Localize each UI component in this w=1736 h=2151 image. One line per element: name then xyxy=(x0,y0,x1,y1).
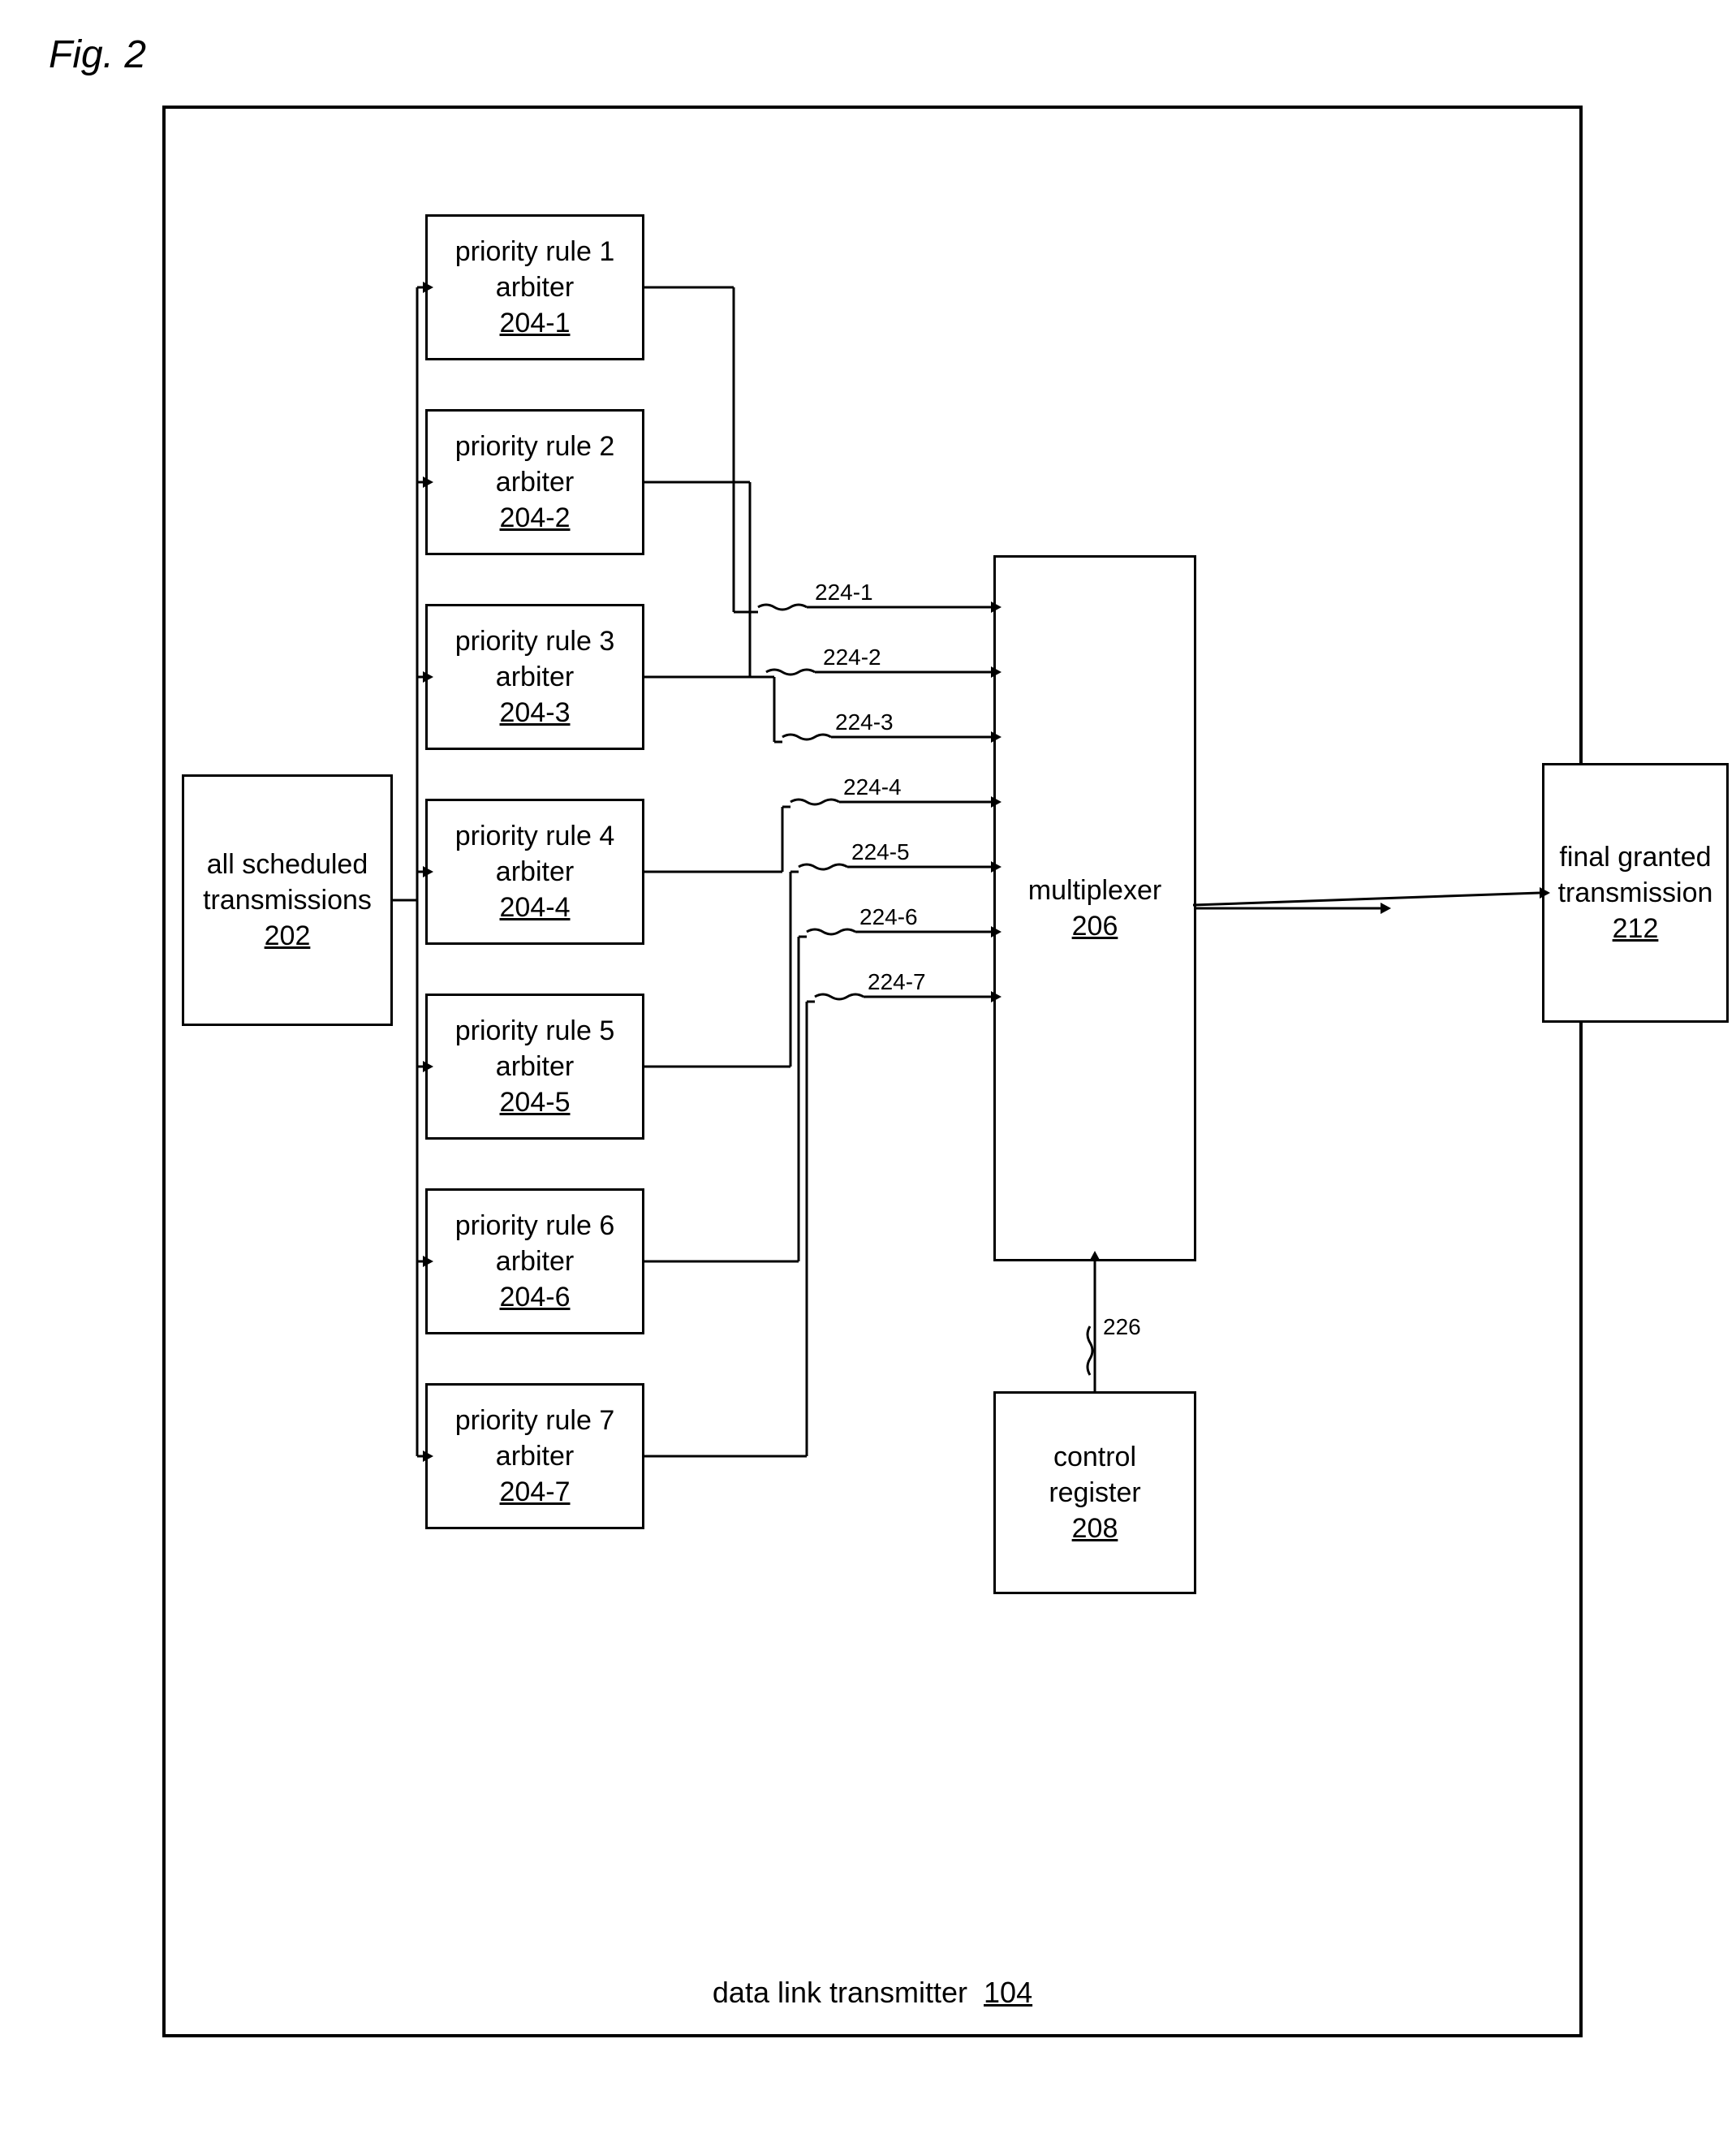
box-all-scheduled-ref: 202 xyxy=(265,918,311,954)
multiplexer-label: multiplexer xyxy=(1028,873,1161,908)
data-link-transmitter-label: data link transmitter 104 xyxy=(713,1976,1032,2010)
multiplexer-ref: 206 xyxy=(1072,908,1118,944)
main-diagram-border: all scheduledtransmissions 202 priority … xyxy=(162,106,1583,2037)
arbiter-4-ref: 204-4 xyxy=(500,890,571,925)
arbiter-7-label: priority rule 7arbiter xyxy=(455,1403,615,1474)
box-arbiter-3: priority rule 3arbiter 204-3 xyxy=(425,604,644,750)
arbiter-6-label: priority rule 6arbiter xyxy=(455,1208,615,1279)
arbiter-2-label: priority rule 2arbiter xyxy=(455,429,615,500)
box-final-granted: final grantedtransmission 212 xyxy=(1542,763,1729,1023)
svg-text:224-7: 224-7 xyxy=(868,969,926,994)
arbiter-3-label: priority rule 3arbiter xyxy=(455,623,615,695)
svg-text:224-4: 224-4 xyxy=(843,774,902,800)
svg-text:224-1: 224-1 xyxy=(815,580,873,605)
arbiter-5-ref: 204-5 xyxy=(500,1084,571,1120)
box-arbiter-1: priority rule 1arbiter 204-1 xyxy=(425,214,644,360)
figure-label: Fig. 2 xyxy=(49,32,146,77)
diagram-arrows: 224-1 224-2 224-3 224-4 224-5 xyxy=(166,109,1579,2034)
svg-text:224-6: 224-6 xyxy=(859,904,918,929)
dlt-ref: 104 xyxy=(984,1976,1032,2009)
final-granted-label: final grantedtransmission xyxy=(1558,839,1713,911)
arbiter-1-ref: 204-1 xyxy=(500,305,571,341)
control-register-ref: 208 xyxy=(1072,1511,1118,1546)
arbiter-6-ref: 204-6 xyxy=(500,1279,571,1315)
control-register-label: controlregister xyxy=(1049,1439,1140,1511)
arbiter-2-ref: 204-2 xyxy=(500,500,571,536)
final-granted-ref: 212 xyxy=(1613,911,1659,946)
svg-text:226: 226 xyxy=(1103,1314,1141,1339)
arbiter-1-label: priority rule 1arbiter xyxy=(455,234,615,305)
box-arbiter-4: priority rule 4arbiter 204-4 xyxy=(425,799,644,945)
arbiter-4-label: priority rule 4arbiter xyxy=(455,818,615,890)
arbiter-3-ref: 204-3 xyxy=(500,695,571,731)
box-control-register: controlregister 208 xyxy=(993,1391,1196,1594)
box-arbiter-7: priority rule 7arbiter 204-7 xyxy=(425,1383,644,1529)
box-arbiter-6: priority rule 6arbiter 204-6 xyxy=(425,1188,644,1334)
box-all-scheduled-text: all scheduledtransmissions xyxy=(203,847,372,918)
arbiter-5-label: priority rule 5arbiter xyxy=(455,1013,615,1084)
svg-text:224-3: 224-3 xyxy=(835,709,894,735)
box-all-scheduled: all scheduledtransmissions 202 xyxy=(182,774,393,1026)
svg-text:224-2: 224-2 xyxy=(823,644,881,670)
dlt-text: data link transmitter xyxy=(713,1976,984,2009)
box-arbiter-2: priority rule 2arbiter 204-2 xyxy=(425,409,644,555)
box-multiplexer: multiplexer 206 xyxy=(993,555,1196,1261)
arbiter-7-ref: 204-7 xyxy=(500,1474,571,1510)
svg-text:224-5: 224-5 xyxy=(851,839,910,864)
box-arbiter-5: priority rule 5arbiter 204-5 xyxy=(425,994,644,1140)
